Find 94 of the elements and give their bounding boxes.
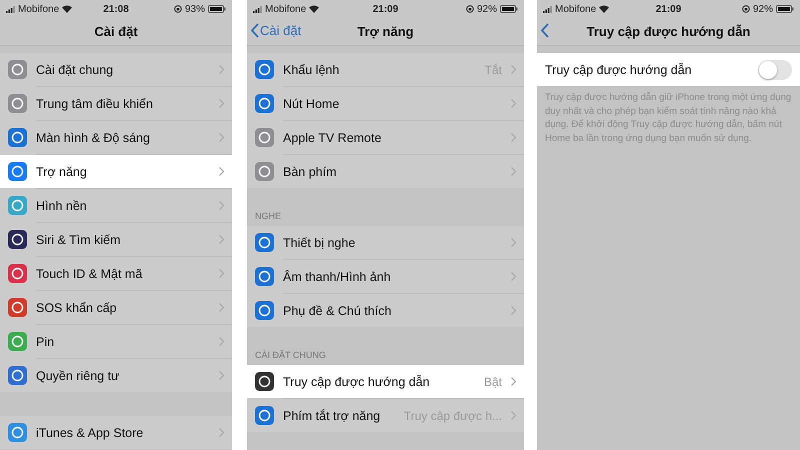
battery-icon xyxy=(776,5,794,13)
battery-percent: 92% xyxy=(752,4,773,14)
row-label: Phím tắt trợ năng xyxy=(283,408,382,422)
app-icon xyxy=(8,264,27,283)
carrier-name: Mobifone xyxy=(18,4,60,14)
row-label: SOS khẩn cấp xyxy=(36,300,118,314)
section-header: CÀI ĐẶT CHUNG xyxy=(255,350,326,360)
chevron-icon xyxy=(219,371,224,380)
back-chevron-icon xyxy=(251,23,259,38)
chevron-icon xyxy=(511,65,516,74)
row-label: Trợ năng xyxy=(36,164,88,178)
chevron-icon xyxy=(219,201,224,210)
rotation-lock-icon xyxy=(466,5,474,13)
app-icon xyxy=(255,301,274,320)
section-header: NGHE xyxy=(255,211,282,221)
app-icon xyxy=(8,162,27,181)
row-label: Bàn phím xyxy=(283,164,338,178)
row-label: Hình nền xyxy=(36,198,88,212)
screen-title: Truy cập được hướng dẫn xyxy=(586,24,750,39)
chevron-icon xyxy=(511,99,516,108)
chevron-icon xyxy=(219,269,224,278)
settings-row[interactable]: Trợ năng xyxy=(0,155,232,188)
chevron-icon xyxy=(219,99,224,108)
app-icon xyxy=(255,94,274,113)
wifi-icon xyxy=(62,5,72,13)
screen-title: Trợ năng xyxy=(357,24,414,39)
app-icon xyxy=(255,372,274,391)
row-label: Trung tâm điều khiển xyxy=(36,96,154,110)
row-label: iTunes & App Store xyxy=(36,426,144,440)
toggle-switch[interactable] xyxy=(758,60,792,80)
app-icon xyxy=(255,60,274,79)
rotation-lock-icon xyxy=(174,5,182,13)
carrier-name: Mobifone xyxy=(265,4,306,14)
app-icon xyxy=(8,298,27,317)
chevron-icon xyxy=(511,167,516,176)
wifi-icon xyxy=(599,5,610,13)
battery-percent: 93% xyxy=(184,4,205,14)
app-icon xyxy=(8,230,27,249)
row-label: Phụ đề & Chú thích xyxy=(283,304,392,318)
signal-icon xyxy=(543,6,552,12)
row-label: Âm thanh/Hình ảnh xyxy=(283,270,392,284)
app-icon xyxy=(8,366,27,385)
status-time: 21:08 xyxy=(103,4,129,14)
chevron-icon xyxy=(219,428,224,437)
chevron-icon xyxy=(511,377,516,386)
row-label: Apple TV Remote xyxy=(283,130,382,144)
chevron-icon xyxy=(511,238,516,247)
row-label: Truy cập được hướng dẫn xyxy=(283,374,431,388)
app-icon xyxy=(8,423,27,442)
chevron-icon xyxy=(511,272,516,281)
row-label: Màn hình & Độ sáng xyxy=(36,130,151,144)
signal-icon xyxy=(6,6,15,12)
row-label: Khẩu lệnh xyxy=(283,62,340,76)
row-label: Quyền riêng tư xyxy=(36,368,120,382)
app-icon xyxy=(8,94,27,113)
settings-row[interactable]: Truy cập được hướng dẫn Bật xyxy=(247,365,524,398)
status-time: 21:09 xyxy=(656,4,682,14)
app-icon xyxy=(255,406,274,425)
chevron-icon xyxy=(511,411,516,420)
row-label: Pin xyxy=(36,334,56,348)
chevron-icon xyxy=(219,235,224,244)
chevron-icon xyxy=(219,337,224,346)
app-icon xyxy=(255,162,274,181)
wifi-icon xyxy=(309,5,320,13)
chevron-icon xyxy=(219,65,224,74)
carrier-name: Mobifone xyxy=(555,4,596,14)
battery-icon xyxy=(500,5,518,13)
row-label: Cài đặt chung xyxy=(36,62,114,76)
app-icon xyxy=(8,332,27,351)
row-label: Touch ID & Mật mã xyxy=(36,266,144,280)
chevron-icon xyxy=(219,133,224,142)
app-icon xyxy=(255,128,274,147)
back-chevron-icon xyxy=(541,23,549,38)
battery-icon xyxy=(208,5,226,13)
chevron-icon xyxy=(219,167,224,176)
app-icon xyxy=(255,233,274,252)
app-icon xyxy=(8,196,27,215)
chevron-icon xyxy=(511,133,516,142)
row-label: Truy cập được hướng dẫn xyxy=(545,62,693,76)
row-value: Bật xyxy=(484,374,502,388)
app-icon xyxy=(8,128,27,147)
battery-percent: 92% xyxy=(476,4,497,14)
rotation-lock-icon xyxy=(742,5,750,13)
row-label: Thiết bị nghe xyxy=(283,236,356,250)
screen-title: Cài đặt xyxy=(94,24,138,39)
row-label: Siri & Tìm kiếm xyxy=(36,232,122,246)
back-button[interactable] xyxy=(541,23,549,38)
app-icon xyxy=(8,60,27,79)
signal-icon xyxy=(253,6,262,12)
row-label: Nút Home xyxy=(283,96,340,110)
chevron-icon xyxy=(511,306,516,315)
chevron-icon xyxy=(219,303,224,312)
status-time: 21:09 xyxy=(372,4,398,14)
app-icon xyxy=(255,267,274,286)
